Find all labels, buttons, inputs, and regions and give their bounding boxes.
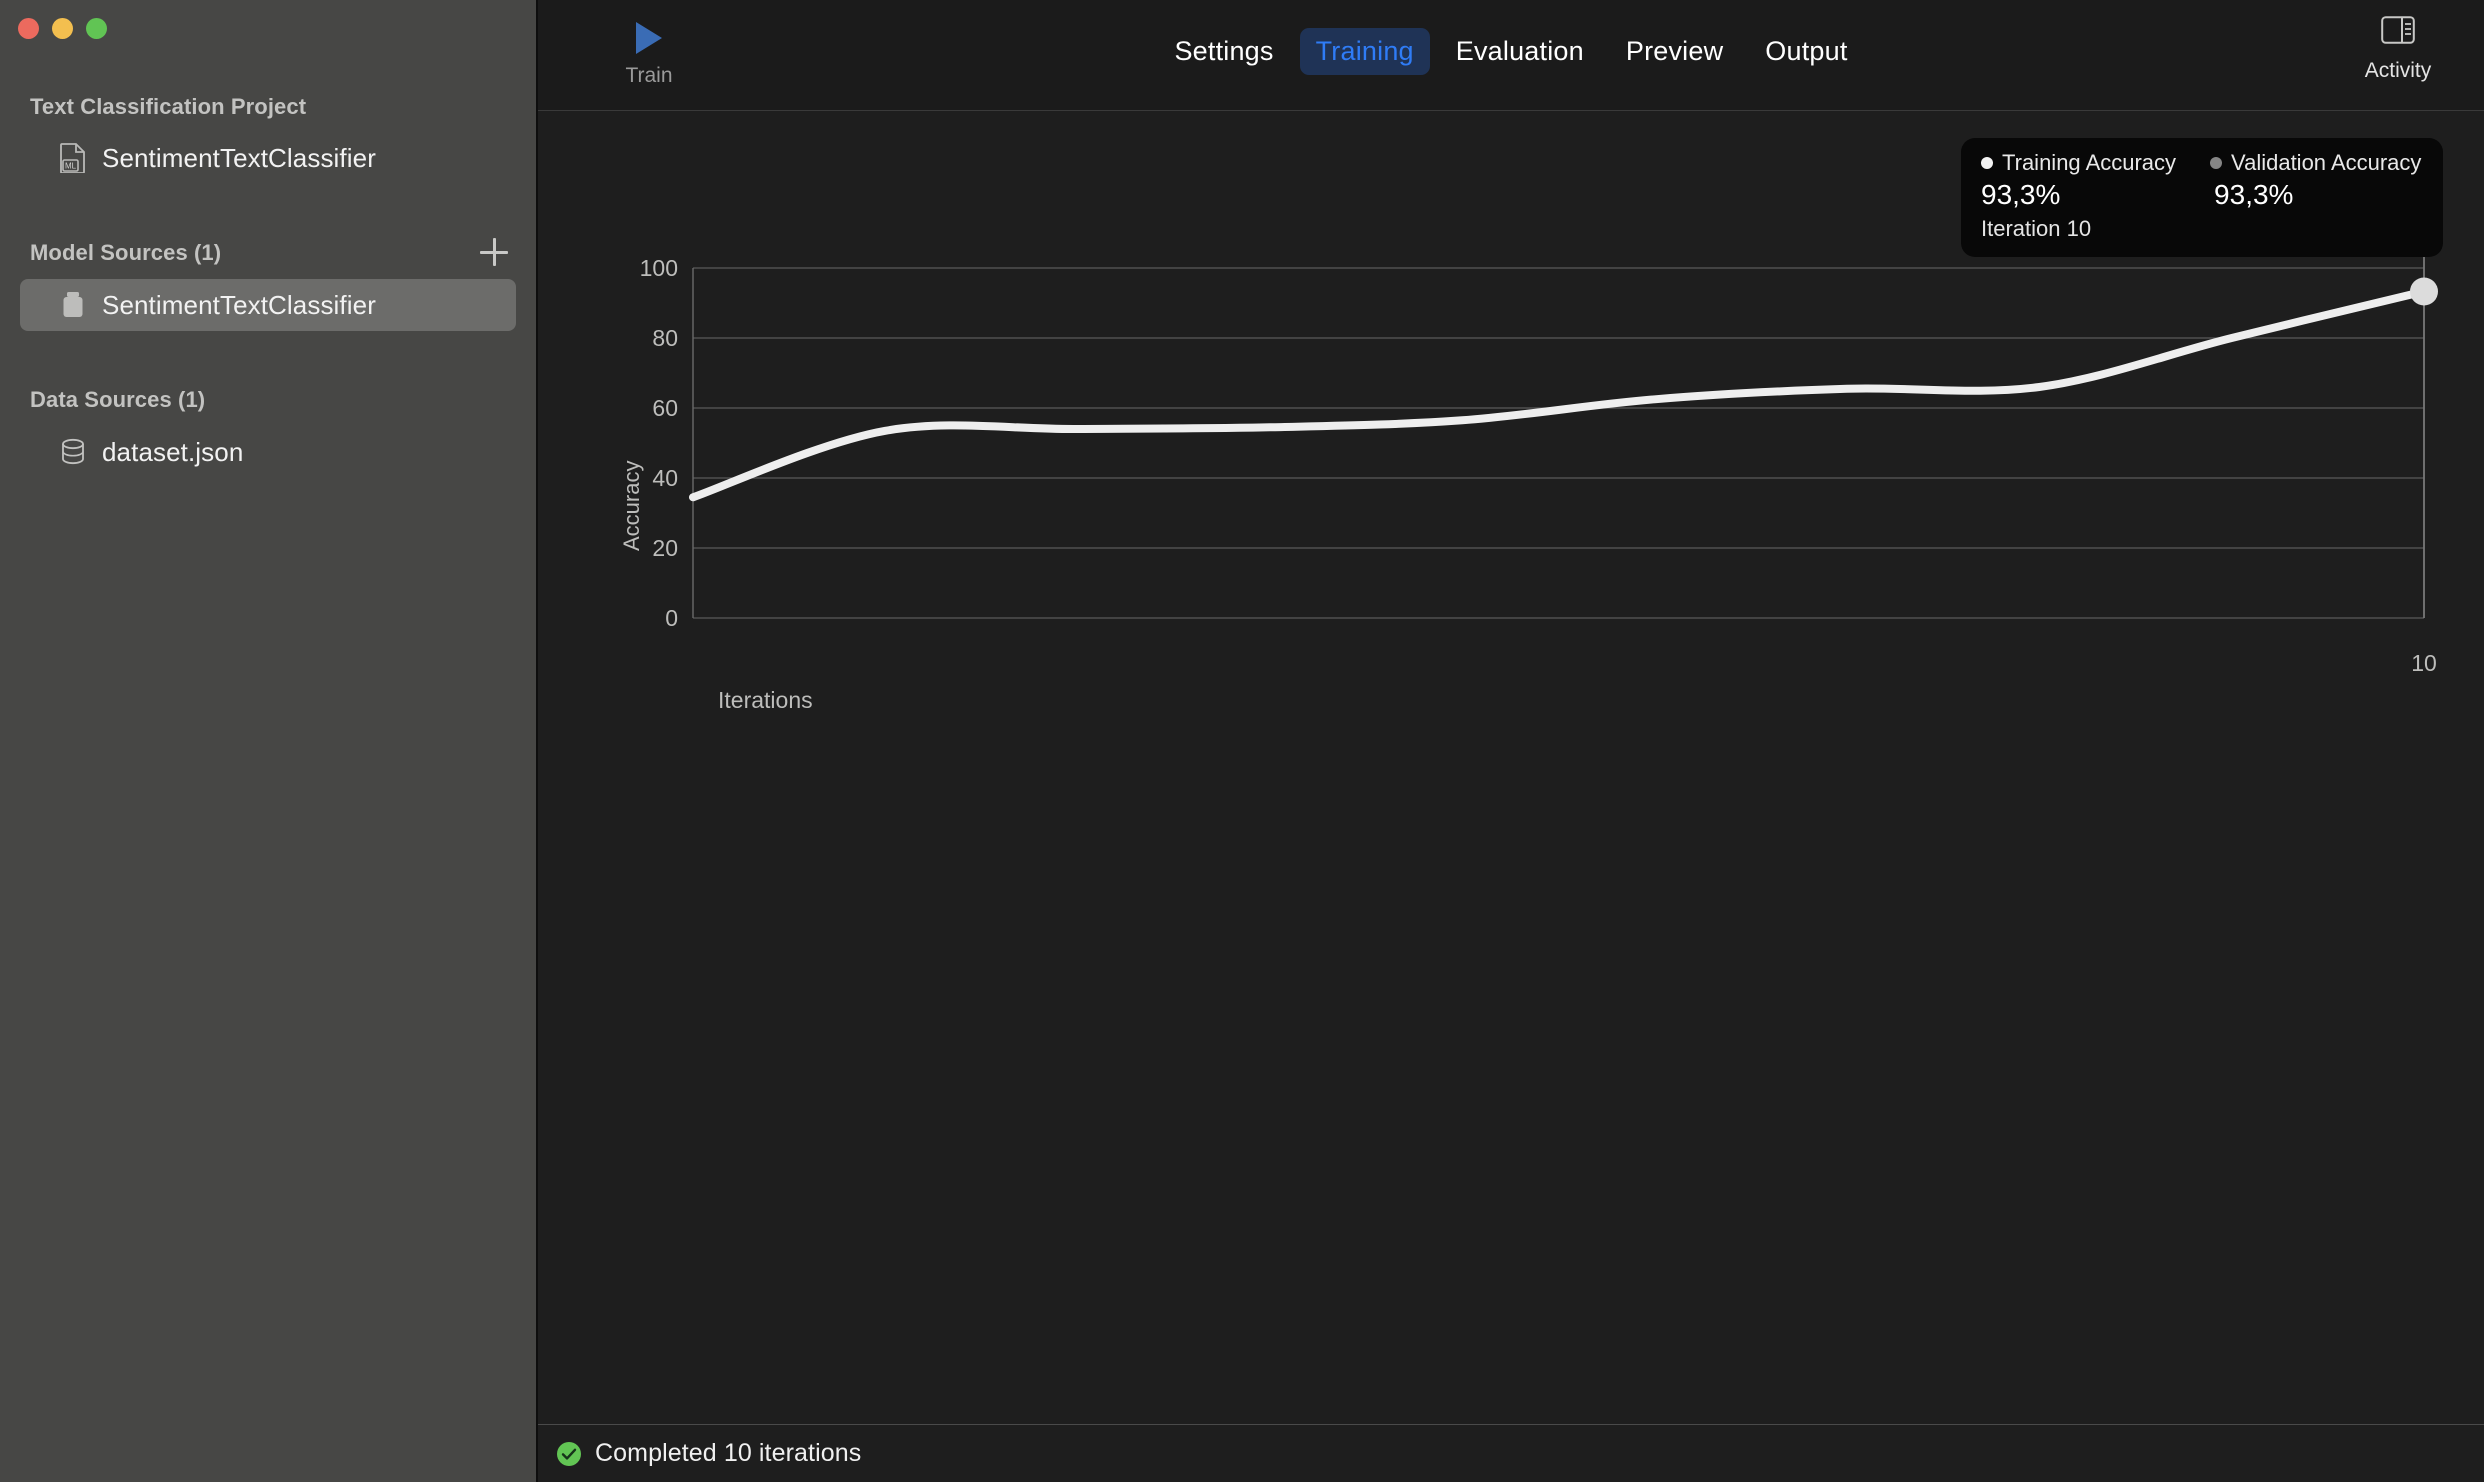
chart-y-ticks: 100 80 60 40 20 0	[640, 255, 678, 631]
y-tick-80: 80	[652, 325, 678, 351]
accuracy-chart: 100 80 60 40 20 0 10 Accuracy Iterations	[538, 111, 2482, 1371]
chart-svg: 100 80 60 40 20 0 10 Accuracy Iterations	[619, 141, 2438, 713]
traffic-lights	[18, 18, 107, 39]
activity-button[interactable]: Activity	[2342, 16, 2454, 83]
svg-text:ML: ML	[65, 162, 77, 171]
close-window-button[interactable]	[18, 18, 39, 39]
sidebar-item-project-label: SentimentTextClassifier	[102, 143, 376, 173]
training-content: 100 80 60 40 20 0 10 Accuracy Iterations	[538, 111, 2484, 1424]
zoom-window-button[interactable]	[86, 18, 107, 39]
tooltip-training-label: Training Accuracy	[2002, 150, 2177, 175]
y-tick-0: 0	[665, 605, 678, 631]
model-sources-header: Model Sources (1)	[30, 240, 222, 265]
tab-settings[interactable]: Settings	[1158, 28, 1289, 75]
tab-bar: Settings Training Evaluation Preview Out…	[538, 28, 2484, 76]
tooltip-iteration: Iteration 10	[1981, 215, 2092, 241]
tooltip-training-value: 93,3%	[1981, 179, 2061, 211]
x-tick-10: 10	[2411, 650, 2437, 676]
tooltip-validation-label: Validation Accuracy	[2231, 150, 2422, 175]
chart-tooltip: Training Accuracy 93,3% Iteration 10 Val…	[1961, 138, 2444, 258]
chart-y-axis-label: Accuracy	[619, 461, 644, 551]
training-accuracy-line	[689, 287, 2428, 502]
y-tick-100: 100	[640, 255, 678, 281]
tab-training[interactable]: Training	[1299, 28, 1430, 76]
validation-series-dot-icon	[2210, 157, 2223, 170]
tooltip-validation-value: 93,3%	[2214, 179, 2294, 211]
sidebar-item-model-source-label: SentimentTextClassifier	[102, 290, 376, 320]
training-accuracy-marker[interactable]	[2410, 277, 2438, 306]
status-message: Completed 10 iterations	[595, 1439, 862, 1467]
sidebar: Text Classification Project ML Sentiment…	[0, 0, 538, 1482]
app-window: Text Classification Project ML Sentiment…	[0, 0, 2484, 1482]
tab-evaluation[interactable]: Evaluation	[1440, 28, 1600, 75]
tab-output[interactable]: Output	[1749, 28, 1863, 75]
tooltip-validation-column: Validation Accuracy 93,3%	[2210, 150, 2422, 211]
check-circle-icon	[556, 1441, 582, 1467]
ml-document-icon: ML	[58, 143, 88, 173]
sidebar-item-model-source[interactable]: SentimentTextClassifier	[20, 279, 516, 331]
chart-x-axis-label: Iterations	[718, 687, 813, 713]
tab-preview[interactable]: Preview	[1610, 28, 1739, 75]
sidebar-item-project[interactable]: ML SentimentTextClassifier	[20, 132, 516, 184]
toolbar: Train Settings Training Evaluation Previ…	[538, 0, 2484, 111]
box-icon	[58, 290, 88, 320]
chart-gridlines	[693, 267, 2424, 619]
y-tick-20: 20	[652, 535, 678, 561]
sidebar-item-data-source-label: dataset.json	[102, 437, 244, 467]
project-header: Text Classification Project	[30, 94, 307, 119]
status-bar: Completed 10 iterations	[538, 1424, 2484, 1482]
database-icon	[58, 437, 88, 467]
sidebar-item-data-source[interactable]: dataset.json	[20, 426, 516, 478]
y-tick-60: 60	[652, 395, 678, 421]
plus-icon[interactable]	[480, 238, 508, 266]
sidebar-panel-icon	[2381, 16, 2415, 48]
minimize-window-button[interactable]	[52, 18, 73, 39]
tooltip-training-column: Training Accuracy 93,3% Iteration 10	[1981, 150, 2177, 241]
y-tick-40: 40	[652, 465, 678, 491]
data-sources-header: Data Sources (1)	[30, 387, 206, 412]
training-series-dot-icon	[1981, 157, 1993, 170]
activity-button-label: Activity	[2364, 59, 2432, 82]
main-area: Train Settings Training Evaluation Previ…	[538, 0, 2484, 1482]
